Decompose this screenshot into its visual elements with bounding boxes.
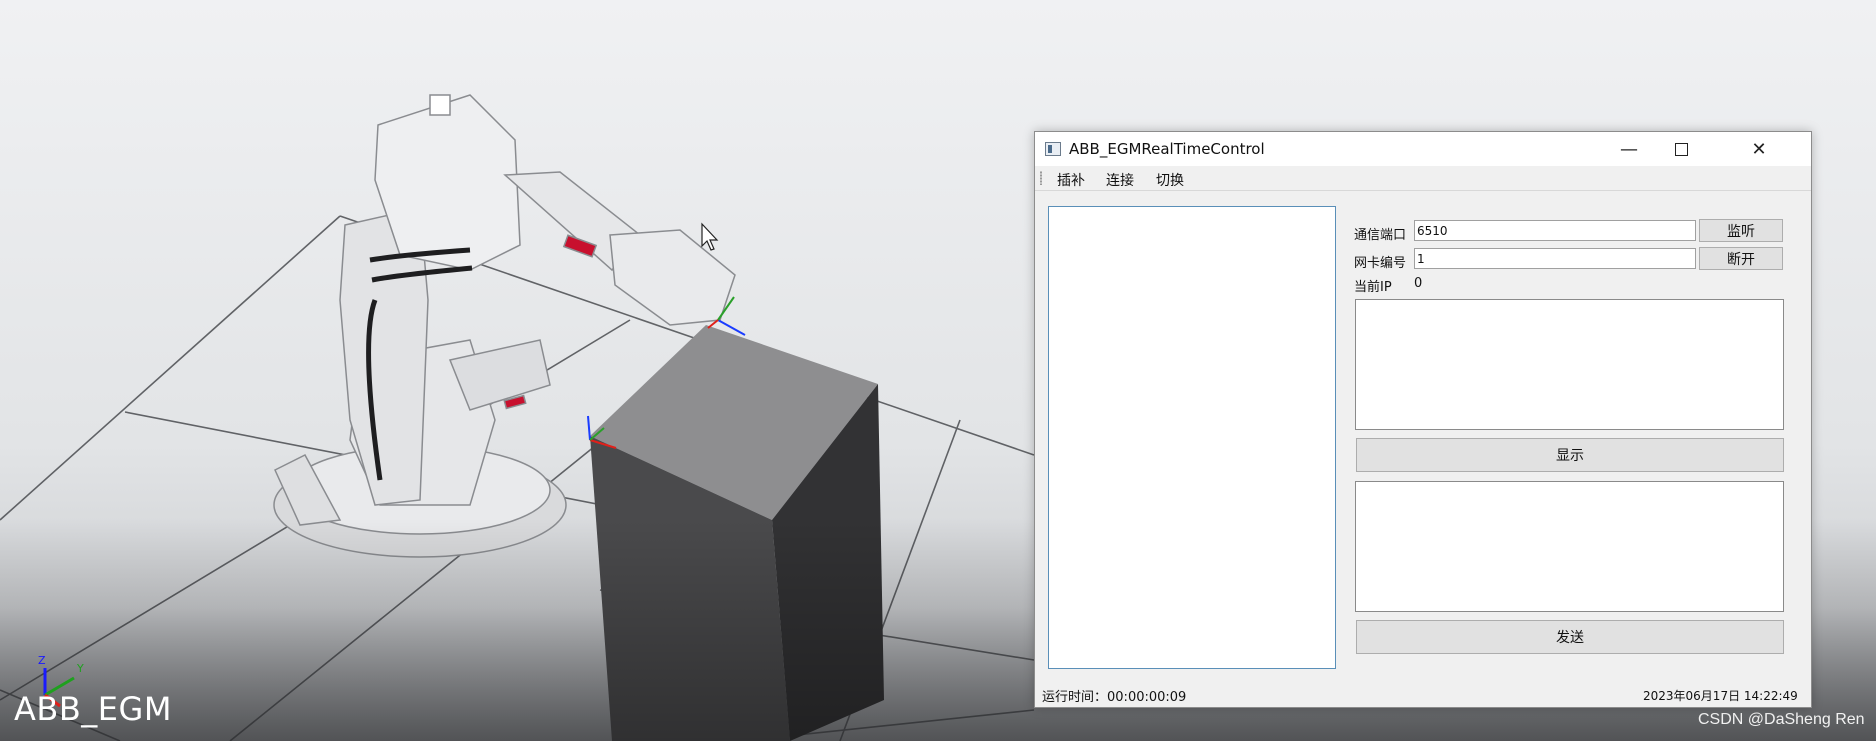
runtime-status: 运行时间：00:00:00:09: [1042, 686, 1186, 705]
receive-text-area[interactable]: [1355, 299, 1784, 430]
window-title: ABB_EGMRealTimeControl: [1069, 140, 1265, 158]
current-ip-value: 0: [1414, 276, 1423, 291]
minimize-button[interactable]: —: [1603, 132, 1655, 166]
current-ip-label: 当前IP: [1354, 280, 1392, 295]
datetime-status: 2023年06月17日 14:22:49: [1643, 689, 1798, 703]
menu-connect[interactable]: 连接: [1106, 170, 1134, 190]
close-button[interactable]: ✕: [1707, 132, 1811, 166]
runtime-value: 00:00:00:09: [1107, 690, 1187, 705]
nic-input[interactable]: [1414, 248, 1696, 269]
menu-interpolation[interactable]: 插补: [1057, 170, 1085, 190]
disconnect-button[interactable]: 断开: [1699, 247, 1783, 270]
maximize-button[interactable]: [1655, 132, 1707, 166]
menu-switch[interactable]: 切换: [1156, 170, 1184, 190]
nic-label: 网卡编号: [1354, 256, 1407, 271]
port-input[interactable]: [1414, 220, 1696, 241]
close-icon: ✕: [1751, 138, 1767, 160]
menu-bar: 插补 连接 切换: [1035, 166, 1811, 191]
app-window-icon: [1045, 142, 1061, 156]
title-bar[interactable]: ABB_EGMRealTimeControl — ✕: [1035, 132, 1811, 166]
menu-grip-icon: [1040, 171, 1042, 185]
send-text-area[interactable]: [1355, 481, 1784, 612]
log-panel[interactable]: [1048, 206, 1336, 669]
send-button[interactable]: 发送: [1356, 620, 1784, 654]
viewport-title: ABB_EGM: [14, 690, 172, 728]
listen-button[interactable]: 监听: [1699, 219, 1783, 242]
watermark: CSDN @DaSheng Ren: [1698, 711, 1865, 728]
runtime-label: 运行时间：: [1042, 690, 1108, 705]
axis-z-label: Z: [38, 654, 46, 667]
minimize-icon: —: [1620, 138, 1638, 160]
port-label: 通信端口: [1354, 228, 1407, 243]
axis-y-label: Y: [76, 662, 84, 675]
egm-control-window: ABB_EGMRealTimeControl — ✕ 插补 连接 切换 通信端口…: [1034, 131, 1812, 708]
show-button[interactable]: 显示: [1356, 438, 1784, 472]
maximize-icon: [1674, 142, 1688, 156]
